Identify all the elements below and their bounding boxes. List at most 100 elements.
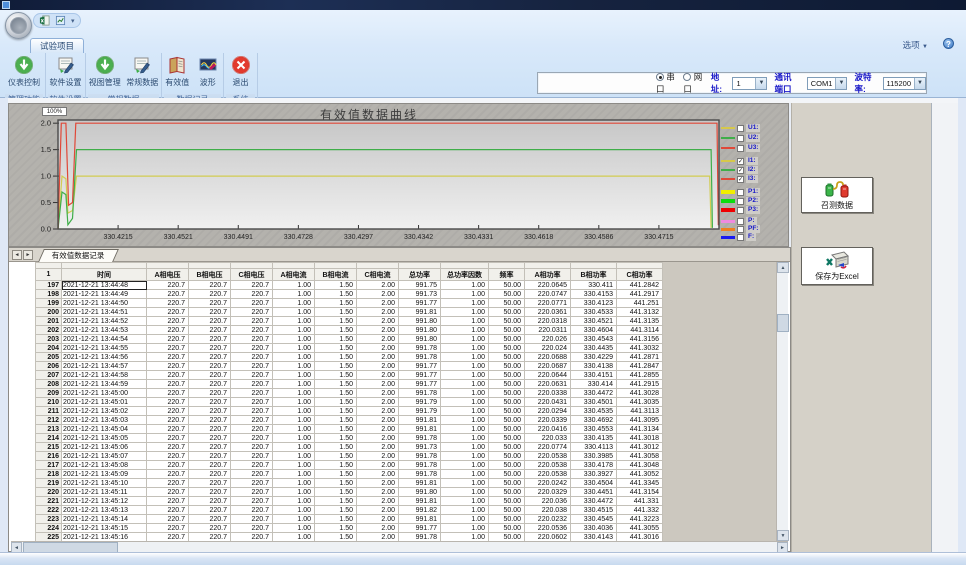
table-cell[interactable]: 220.7 — [189, 461, 231, 470]
table-cell[interactable]: 2.00 — [357, 353, 399, 362]
table-cell[interactable]: 220.7 — [189, 416, 231, 425]
table-cell[interactable]: 220.7 — [231, 506, 273, 515]
table-cell[interactable]: 220.0339 — [525, 416, 571, 425]
table-cell[interactable]: 220.7 — [189, 398, 231, 407]
table-cell[interactable]: 2.00 — [357, 362, 399, 371]
table-cell[interactable]: 330.4521 — [571, 317, 617, 326]
sheet-tab-rms-records[interactable]: 有效值数据记录 — [38, 249, 118, 262]
table-cell[interactable]: 1.00 — [273, 488, 315, 497]
table-cell[interactable]: 50.00 — [489, 353, 525, 362]
table-cell[interactable]: 1.00 — [441, 407, 489, 416]
table-cell[interactable]: 220.7 — [147, 317, 189, 326]
table-cell[interactable]: 220.0318 — [525, 317, 571, 326]
table-cell[interactable]: 1.50 — [315, 380, 357, 389]
table-cell[interactable]: 441.331 — [617, 497, 663, 506]
table-cell[interactable]: 50.00 — [489, 425, 525, 434]
table-cell[interactable]: 1.00 — [441, 362, 489, 371]
table-cell[interactable]: 220.0361 — [525, 308, 571, 317]
table-cell[interactable]: 220.0232 — [525, 515, 571, 524]
table-cell[interactable]: 991.77 — [399, 371, 441, 380]
table-cell[interactable]: 330.4533 — [571, 308, 617, 317]
table-cell[interactable]: 1.50 — [315, 371, 357, 380]
help-icon[interactable]: ? — [943, 38, 954, 49]
table-cell[interactable]: 220.7 — [189, 497, 231, 506]
table-cell[interactable]: 441.2915 — [617, 380, 663, 389]
table-cell[interactable]: 2021-12-21 13:44:57 — [62, 362, 147, 371]
table-cell[interactable]: 2.00 — [357, 380, 399, 389]
table-cell[interactable]: 2.00 — [357, 308, 399, 317]
table-cell[interactable]: 1.50 — [315, 335, 357, 344]
row-header-cell[interactable]: 208 — [36, 380, 62, 389]
table-cell[interactable]: 2.00 — [357, 326, 399, 335]
table-cell[interactable]: 220.7 — [189, 506, 231, 515]
table-cell[interactable]: 220.7 — [189, 308, 231, 317]
table-cell[interactable]: 330.414 — [571, 380, 617, 389]
table-cell[interactable]: 441.332 — [617, 506, 663, 515]
table-cell[interactable]: 220.7 — [231, 326, 273, 335]
table-cell[interactable]: 441.3012 — [617, 443, 663, 452]
table-cell[interactable]: 220.7 — [231, 425, 273, 434]
table-cell[interactable]: 220.7 — [231, 398, 273, 407]
table-cell[interactable]: 1.00 — [273, 344, 315, 353]
table-cell[interactable]: 1.00 — [273, 299, 315, 308]
table-cell[interactable]: 220.7 — [189, 452, 231, 461]
table-cell[interactable]: 1.00 — [441, 452, 489, 461]
table-cell[interactable]: 991.80 — [399, 335, 441, 344]
column-header[interactable]: A相电压 — [147, 269, 189, 281]
row-header-cell[interactable]: 203 — [36, 335, 62, 344]
table-cell[interactable]: 50.00 — [489, 488, 525, 497]
table-cell[interactable]: 2021-12-21 13:44:51 — [62, 308, 147, 317]
legend-checkbox-U3[interactable] — [737, 145, 744, 152]
table-cell[interactable]: 330.4504 — [571, 479, 617, 488]
table-cell[interactable]: 1.00 — [441, 389, 489, 398]
row-header-cell[interactable]: 204 — [36, 344, 62, 353]
table-cell[interactable]: 1.00 — [273, 425, 315, 434]
table-cell[interactable]: 50.00 — [489, 308, 525, 317]
table-cell[interactable]: 220.7 — [147, 326, 189, 335]
table-cell[interactable]: 220.7 — [231, 488, 273, 497]
row-header-cell[interactable]: 214 — [36, 434, 62, 443]
table-cell[interactable]: 220.7 — [147, 308, 189, 317]
table-cell[interactable]: 50.00 — [489, 344, 525, 353]
table-cell[interactable]: 1.00 — [273, 398, 315, 407]
table-cell[interactable]: 2021-12-21 13:44:58 — [62, 371, 147, 380]
column-header[interactable]: B相功率 — [571, 269, 617, 281]
table-cell[interactable]: 1.00 — [441, 506, 489, 515]
table-cell[interactable]: 991.77 — [399, 299, 441, 308]
table-cell[interactable]: 220.7 — [147, 362, 189, 371]
table-cell[interactable]: 441.2871 — [617, 353, 663, 362]
row-header-cell[interactable]: 220 — [36, 488, 62, 497]
column-header[interactable]: 总功率 — [399, 269, 441, 281]
table-cell[interactable]: 441.3223 — [617, 515, 663, 524]
table-cell[interactable]: 2.00 — [357, 479, 399, 488]
table-cell[interactable]: 220.038 — [525, 506, 571, 515]
table-cell[interactable]: 441.2855 — [617, 371, 663, 380]
table-cell[interactable]: 330.4135 — [571, 434, 617, 443]
table-cell[interactable]: 2021-12-21 13:45:07 — [62, 452, 147, 461]
serial-radio[interactable]: 串口 — [656, 71, 676, 95]
table-cell[interactable]: 1.50 — [315, 389, 357, 398]
table-cell[interactable]: 1.00 — [441, 353, 489, 362]
table-cell[interactable]: 2021-12-21 13:45:09 — [62, 470, 147, 479]
table-cell[interactable]: 330.4153 — [571, 290, 617, 299]
table-cell[interactable]: 220.7 — [189, 479, 231, 488]
table-cell[interactable]: 1.00 — [273, 497, 315, 506]
row-header-cell[interactable]: 211 — [36, 407, 62, 416]
fetch-data-button[interactable]: 召测数据 — [801, 177, 873, 213]
table-cell[interactable]: 220.7 — [189, 353, 231, 362]
table-cell[interactable]: 441.3134 — [617, 425, 663, 434]
table-cell[interactable]: 2021-12-21 13:45:02 — [62, 407, 147, 416]
table-cell[interactable]: 1.00 — [441, 344, 489, 353]
legend-checkbox-PF[interactable] — [737, 226, 744, 233]
legend-checkbox-P2[interactable] — [737, 198, 744, 205]
table-cell[interactable]: 1.50 — [315, 308, 357, 317]
table-cell[interactable]: 220.0311 — [525, 326, 571, 335]
table-cell[interactable]: 991.77 — [399, 362, 441, 371]
table-cell[interactable]: 220.0538 — [525, 461, 571, 470]
table-cell[interactable]: 1.50 — [315, 317, 357, 326]
table-cell[interactable]: 50.00 — [489, 470, 525, 479]
legend-checkbox-P[interactable] — [737, 218, 744, 225]
table-cell[interactable]: 220.0771 — [525, 299, 571, 308]
table-cell[interactable]: 50.00 — [489, 452, 525, 461]
table-cell[interactable]: 2021-12-21 13:45:12 — [62, 497, 147, 506]
